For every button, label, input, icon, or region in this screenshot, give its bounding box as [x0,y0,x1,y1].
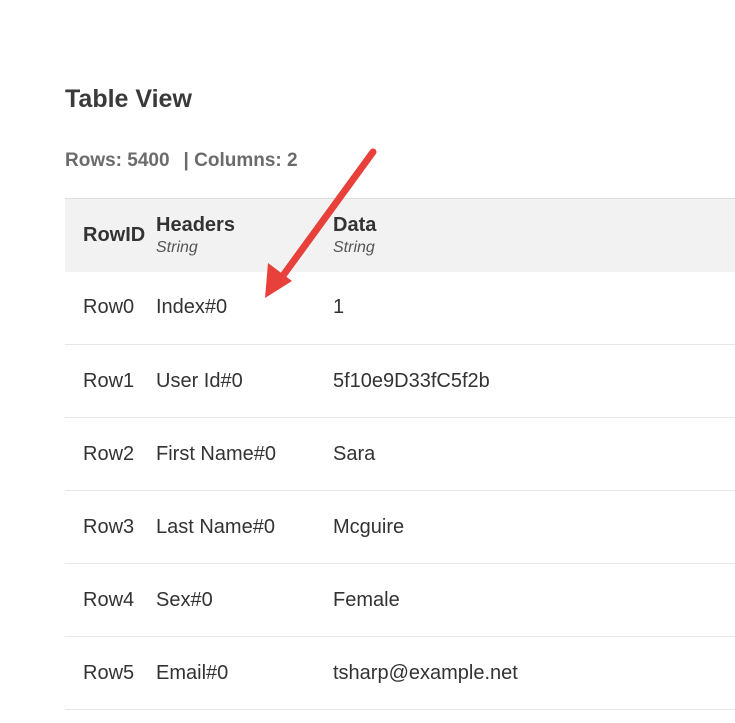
data-table: RowID Headers String Data String Row0 In… [65,198,735,710]
table-row[interactable]: Row1 User Id#0 5f10e9D33fC5f2b [65,345,735,418]
cell-rowid: Row3 [83,515,135,538]
cell-header: Last Name#0 [156,515,275,538]
column-header-label: Headers [156,213,235,236]
table-row[interactable]: Row0 Index#0 1 [65,272,735,345]
cell-data: Female [333,588,400,611]
cell-header: Sex#0 [156,588,213,611]
cell-rowid: Row4 [83,588,135,611]
cell-data: 1 [333,296,345,319]
data-table-container: RowID Headers String Data String Row0 In… [65,198,735,710]
cell-rowid: Row0 [83,296,135,319]
cell-data: 5f10e9D33fC5f2b [333,369,490,392]
table-header-row: RowID Headers String Data String [65,198,735,272]
column-header-rowid[interactable]: RowID [65,199,156,272]
table-row[interactable]: Row5 Email#0 tsharp@example.net [65,637,735,710]
cell-header: Index#0 [156,296,228,319]
column-count: | Columns: 2 [183,150,298,171]
cell-header: First Name#0 [156,442,277,465]
cell-header: User Id#0 [156,369,243,392]
row-count: Rows: 5400 [65,150,170,171]
column-header-data[interactable]: Data String [333,199,735,272]
table-header: RowID Headers String Data String [65,198,735,272]
table-row[interactable]: Row3 Last Name#0 Mcguire [65,491,735,564]
table-row[interactable]: Row4 Sex#0 Female [65,564,735,637]
column-header-headers[interactable]: Headers String [156,199,333,272]
cell-rowid: Row2 [83,442,135,465]
column-type-label: String [156,238,198,256]
table-body: Row0 Index#0 1 Row1 User Id#0 5f10e9D33f… [65,272,735,710]
cell-data: Mcguire [333,515,405,538]
column-type-label: String [333,238,375,256]
cell-data: tsharp@example.net [333,661,518,684]
cell-rowid: Row5 [83,661,135,684]
page-title: Table View [65,85,192,113]
column-header-label: Data [333,213,377,236]
cell-rowid: Row1 [83,369,135,392]
table-summary: Rows: 5400 | Columns: 2 [65,149,298,173]
table-row[interactable]: Row2 First Name#0 Sara [65,418,735,491]
column-header-label: RowID [83,223,146,246]
cell-data: Sara [333,442,376,465]
cell-header: Email#0 [156,661,229,684]
